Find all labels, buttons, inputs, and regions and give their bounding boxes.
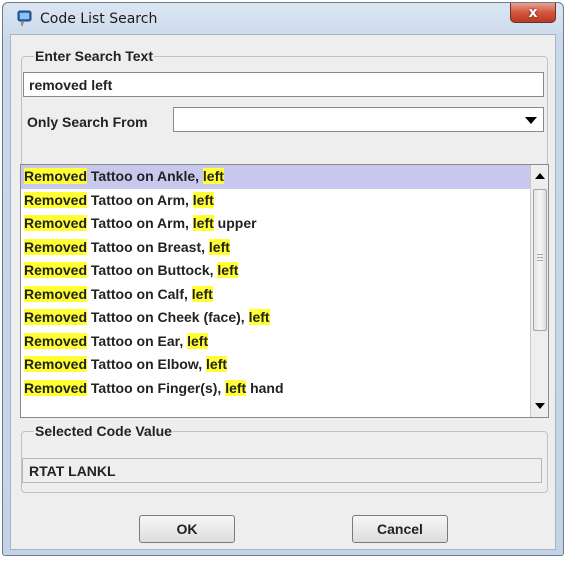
- list-item-match: left: [191, 285, 213, 302]
- grip-line: [537, 254, 543, 255]
- list-item-suffix: hand: [246, 379, 284, 396]
- list-item-match: left: [187, 332, 209, 349]
- window-title: Code List Search: [40, 11, 158, 27]
- list-item-middle: Tattoo on Breast,: [87, 238, 209, 255]
- list-item-prefix: Removed: [24, 379, 88, 396]
- list-item-middle: Tattoo on Calf,: [87, 285, 192, 302]
- list-item[interactable]: Removed Tattoo on Arm, left upper: [21, 212, 530, 236]
- list-item-middle: Tattoo on Buttock,: [87, 262, 218, 278]
- chevron-down-icon[interactable]: [525, 117, 537, 124]
- scroll-thumb[interactable]: [533, 189, 547, 331]
- app-icon: [16, 10, 33, 27]
- list-item-prefix: Removed: [24, 332, 88, 349]
- list-item-prefix: Removed: [24, 262, 88, 278]
- results-rows: Removed Tattoo on Ankle, left Removed Tat…: [21, 165, 530, 400]
- list-item-middle: Tattoo on Arm,: [87, 191, 193, 208]
- list-item-match: left: [217, 262, 239, 278]
- list-item-prefix: Removed: [24, 191, 88, 208]
- list-item-prefix: Removed: [24, 309, 88, 325]
- list-item-match: left: [225, 379, 247, 396]
- list-item-middle: Tattoo on Cheek (face),: [87, 309, 249, 325]
- scroll-down-icon[interactable]: [535, 403, 545, 409]
- list-item-match: left: [208, 238, 230, 255]
- close-icon: x: [528, 4, 538, 21]
- list-item[interactable]: Removed Tattoo on Arm, left: [21, 189, 530, 213]
- list-item[interactable]: Removed Tattoo on Breast, left: [21, 236, 530, 260]
- cancel-button[interactable]: Cancel: [352, 515, 448, 543]
- grip-line: [537, 260, 543, 261]
- only-search-from-select[interactable]: [173, 107, 544, 132]
- only-search-from-label: Only Search From: [27, 114, 148, 130]
- list-item-middle: Tattoo on Ankle,: [87, 168, 203, 184]
- title-bar: Code List Search x: [3, 3, 563, 33]
- list-item-middle: Tattoo on Finger(s),: [87, 379, 226, 396]
- list-item[interactable]: Removed Tattoo on Ankle, left: [21, 165, 530, 189]
- list-item[interactable]: Removed Tattoo on Cheek (face), left: [21, 306, 530, 330]
- selected-code-value: RTAT LANKL: [22, 458, 542, 483]
- close-button[interactable]: x: [510, 3, 556, 23]
- selected-code-legend: Selected Code Value: [35, 423, 172, 439]
- list-item[interactable]: Removed Tattoo on Elbow, left: [21, 353, 530, 377]
- list-item-prefix: Removed: [24, 238, 88, 255]
- search-text-legend: Enter Search Text: [35, 48, 154, 64]
- list-item[interactable]: Removed Tattoo on Calf, left: [21, 283, 530, 307]
- list-item-match: left: [192, 215, 214, 231]
- search-input[interactable]: removed left: [23, 72, 544, 97]
- list-item-middle: Tattoo on Elbow,: [87, 356, 207, 372]
- grip-line: [537, 257, 543, 258]
- list-item-prefix: Removed: [24, 356, 88, 372]
- list-item-prefix: Removed: [24, 215, 88, 231]
- list-item[interactable]: Removed Tattoo on Ear, left: [21, 330, 530, 354]
- list-item-prefix: Removed: [24, 168, 88, 184]
- list-item-middle: Tattoo on Arm,: [87, 215, 193, 231]
- list-item[interactable]: Removed Tattoo on Buttock, left: [21, 259, 530, 283]
- list-item-match: left: [202, 168, 224, 184]
- dialog-body: Enter Search Text removed left Only Sear…: [10, 34, 556, 550]
- list-item-suffix: upper: [213, 215, 257, 231]
- list-item-match: left: [206, 356, 228, 372]
- code-list-search-dialog: Code List Search x Enter Search Text rem…: [2, 2, 564, 556]
- list-item[interactable]: Removed Tattoo on Finger(s), left hand: [21, 377, 530, 401]
- results-list[interactable]: Removed Tattoo on Ankle, left Removed Tat…: [20, 164, 549, 418]
- list-item-middle: Tattoo on Ear,: [87, 332, 188, 349]
- scroll-up-icon[interactable]: [535, 173, 545, 179]
- ok-button[interactable]: OK: [139, 515, 235, 543]
- vertical-scrollbar[interactable]: [530, 165, 548, 417]
- list-item-match: left: [192, 191, 214, 208]
- list-item-match: left: [248, 309, 270, 325]
- list-item-prefix: Removed: [24, 285, 88, 302]
